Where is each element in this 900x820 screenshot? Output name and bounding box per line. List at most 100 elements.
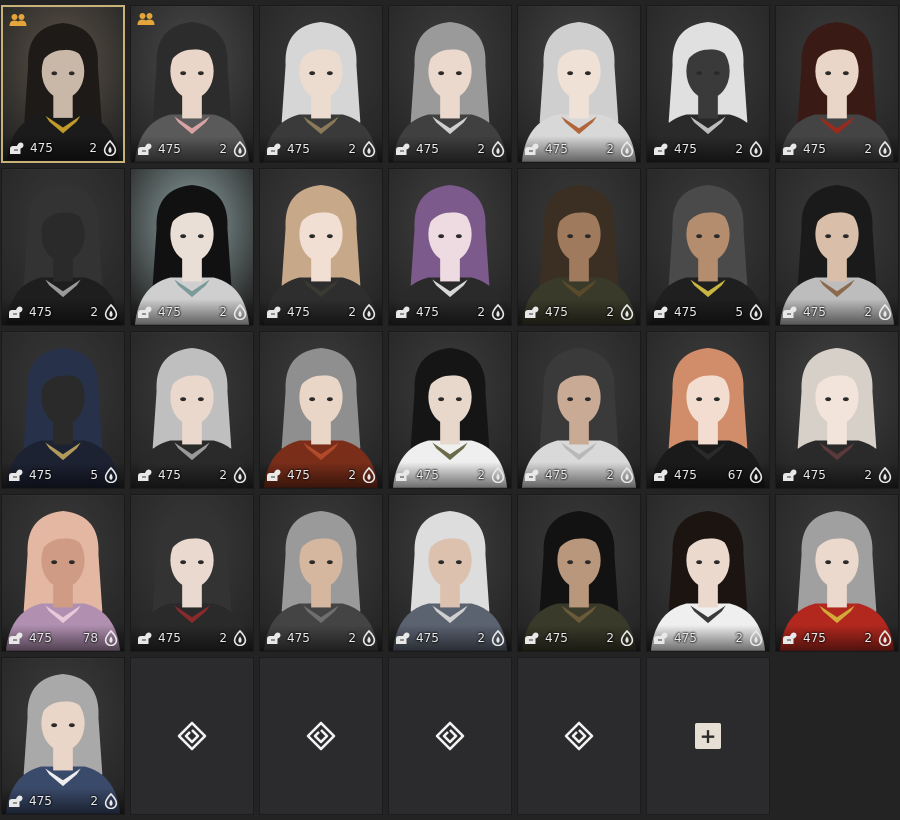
- character-card[interactable]: 475 67: [646, 331, 770, 489]
- character-card[interactable]: 475 2: [775, 168, 899, 326]
- flexed-arm-icon: [654, 143, 668, 155]
- flexed-arm-icon: [783, 306, 797, 318]
- energy-value: 2: [348, 468, 356, 482]
- flexed-arm-icon: [138, 143, 152, 155]
- flexed-arm-icon: [138, 306, 152, 318]
- energy-value: 2: [219, 305, 227, 319]
- energy-flame-icon: [491, 141, 505, 157]
- empty-character-slot[interactable]: [388, 657, 512, 815]
- combat-power-value: 475: [674, 631, 697, 645]
- flexed-arm-icon: [9, 632, 23, 644]
- combat-power-value: 475: [287, 305, 310, 319]
- energy-flame-icon: [491, 467, 505, 483]
- energy-flame-icon: [233, 467, 247, 483]
- character-card[interactable]: 475 78: [1, 494, 125, 652]
- empty-character-slot[interactable]: [517, 657, 641, 815]
- character-card[interactable]: 475 5: [1, 331, 125, 489]
- energy-value: 2: [477, 468, 485, 482]
- flexed-arm-icon: [9, 469, 23, 481]
- empty-character-slot[interactable]: [130, 657, 254, 815]
- character-card[interactable]: 475 2: [775, 5, 899, 163]
- character-card[interactable]: 475 2: [775, 494, 899, 652]
- character-stats-bar: 475 2: [647, 625, 769, 651]
- character-stats-bar: 475 2: [260, 462, 382, 488]
- combat-power-value: 475: [158, 631, 181, 645]
- combat-power-value: 475: [158, 305, 181, 319]
- combat-power-value: 475: [416, 305, 439, 319]
- energy-value: 2: [477, 305, 485, 319]
- character-stats-bar: 475 2: [2, 299, 124, 325]
- energy-flame-icon: [491, 304, 505, 320]
- character-card[interactable]: 475 2: [388, 331, 512, 489]
- add-character-slot-button[interactable]: +: [646, 657, 770, 815]
- combat-power-value: 475: [287, 631, 310, 645]
- character-card[interactable]: 475 2: [130, 494, 254, 652]
- energy-flame-icon: [104, 467, 118, 483]
- energy-value: 2: [348, 305, 356, 319]
- energy-flame-icon: [491, 630, 505, 646]
- energy-flame-icon: [878, 141, 892, 157]
- diamond-spiral-icon: [564, 721, 594, 751]
- character-card[interactable]: 475 2: [646, 494, 770, 652]
- flexed-arm-icon: [9, 306, 23, 318]
- character-card[interactable]: 475 2: [130, 5, 254, 163]
- diamond-spiral-icon: [177, 721, 207, 751]
- flexed-arm-icon: [267, 632, 281, 644]
- flexed-arm-icon: [396, 143, 410, 155]
- energy-flame-icon: [104, 793, 118, 809]
- flexed-arm-icon: [396, 469, 410, 481]
- energy-value: 2: [864, 631, 872, 645]
- energy-value: 2: [477, 631, 485, 645]
- character-card[interactable]: 475 2: [1, 168, 125, 326]
- character-card[interactable]: 475 2: [259, 331, 383, 489]
- energy-flame-icon: [878, 630, 892, 646]
- energy-value: 2: [864, 468, 872, 482]
- character-stats-bar: 475 2: [131, 625, 253, 651]
- flexed-arm-icon: [267, 306, 281, 318]
- character-card[interactable]: 475 2: [646, 5, 770, 163]
- energy-flame-icon: [620, 141, 634, 157]
- diamond-spiral-icon: [435, 721, 465, 751]
- flexed-arm-icon: [267, 469, 281, 481]
- empty-character-slot[interactable]: [259, 657, 383, 815]
- character-card[interactable]: 475 2: [1, 657, 125, 815]
- energy-flame-icon: [749, 630, 763, 646]
- character-stats-bar: 475 2: [776, 299, 898, 325]
- energy-flame-icon: [362, 141, 376, 157]
- character-card[interactable]: 475 2: [517, 494, 641, 652]
- character-card[interactable]: 475 2: [259, 168, 383, 326]
- character-stats-bar: 475 2: [518, 136, 640, 162]
- energy-value: 2: [735, 631, 743, 645]
- plus-icon: +: [695, 723, 721, 749]
- character-card[interactable]: 475 2: [130, 331, 254, 489]
- diamond-spiral-icon: [306, 721, 336, 751]
- combat-power-value: 475: [29, 468, 52, 482]
- combat-power-value: 475: [674, 142, 697, 156]
- character-card[interactable]: 475 2: [517, 331, 641, 489]
- energy-flame-icon: [233, 630, 247, 646]
- character-card[interactable]: 475 2: [388, 168, 512, 326]
- combat-power-value: 475: [674, 305, 697, 319]
- flexed-arm-icon: [267, 143, 281, 155]
- flexed-arm-icon: [525, 632, 539, 644]
- combat-power-value: 475: [29, 794, 52, 808]
- character-card[interactable]: 475 2: [517, 168, 641, 326]
- combat-power-value: 475: [545, 468, 568, 482]
- character-stats-bar: 475 2: [389, 299, 511, 325]
- energy-flame-icon: [362, 304, 376, 320]
- character-card[interactable]: 475 2: [130, 168, 254, 326]
- combat-power-value: 475: [30, 141, 53, 155]
- character-card[interactable]: 475 2: [388, 494, 512, 652]
- character-card[interactable]: 475 2: [259, 5, 383, 163]
- character-stats-bar: 475 67: [647, 462, 769, 488]
- combat-power-value: 475: [803, 305, 826, 319]
- character-card[interactable]: 475 2: [775, 331, 899, 489]
- energy-flame-icon: [104, 630, 118, 646]
- character-card[interactable]: 475 2: [517, 5, 641, 163]
- character-stats-bar: 475 2: [3, 135, 123, 161]
- flexed-arm-icon: [396, 632, 410, 644]
- character-card[interactable]: 475 2: [259, 494, 383, 652]
- character-card[interactable]: 475 2: [1, 5, 125, 163]
- character-card[interactable]: 475 2: [388, 5, 512, 163]
- character-card[interactable]: 475 5: [646, 168, 770, 326]
